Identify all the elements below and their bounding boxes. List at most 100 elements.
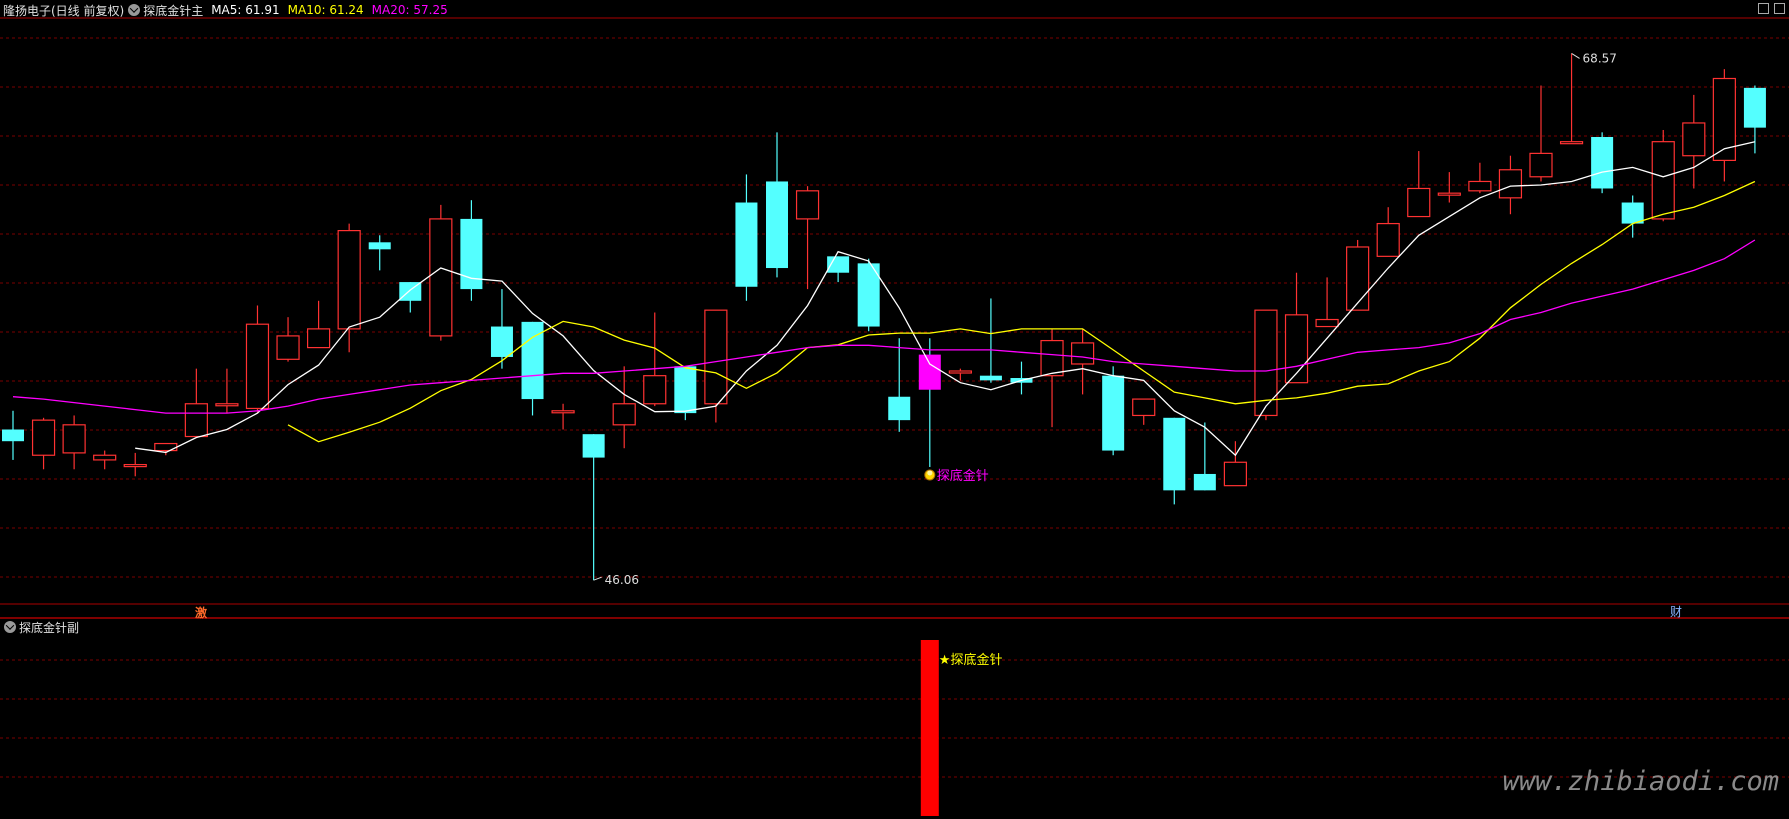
indicator-name: 探底金针主 (143, 3, 204, 18)
candle-body (1743, 87, 1766, 128)
sub-header: 探底金针副 (0, 618, 79, 636)
candle-body (948, 370, 972, 374)
candle-body (1529, 152, 1553, 178)
candle (1591, 132, 1614, 194)
candle (888, 338, 911, 432)
candle (1070, 328, 1095, 395)
candle (154, 442, 178, 456)
candle (1468, 162, 1492, 194)
candle-body (1437, 192, 1461, 196)
candle-body (704, 309, 728, 405)
candle (735, 174, 758, 301)
ma5-value: MA5: 61.91 (211, 3, 280, 17)
candle (1712, 69, 1736, 182)
candle-body (184, 403, 208, 438)
coin-shine (927, 470, 933, 476)
high-pointer (1571, 53, 1580, 59)
sub-bar (920, 640, 939, 816)
candle-body (62, 424, 86, 454)
candle (1498, 155, 1523, 215)
candle-body (1102, 375, 1125, 451)
chevron-circle-icon[interactable] (128, 4, 141, 16)
candle (857, 258, 880, 332)
candle-body (612, 403, 636, 426)
candle-body (2, 429, 24, 442)
sub-signal-label: ★探底金针 (939, 652, 1003, 668)
candle (123, 452, 147, 477)
candle (93, 450, 117, 470)
candle-body (918, 354, 941, 390)
candle-body (1651, 141, 1675, 220)
candle (1621, 195, 1644, 238)
candle (674, 366, 697, 421)
marker-cai: 财 (1670, 605, 1682, 619)
candle (1407, 151, 1431, 218)
candle-body (245, 323, 270, 410)
candle (1315, 277, 1339, 328)
candle (1254, 309, 1278, 421)
ma10-value: MA10: 61.24 (287, 3, 364, 17)
high-label: 68.57 (1583, 51, 1617, 65)
candle (582, 434, 605, 581)
candle (184, 368, 208, 438)
candle (1132, 398, 1156, 425)
candle (551, 403, 575, 430)
collapse-panel-icon[interactable] (1758, 3, 1769, 14)
candle (827, 256, 850, 283)
candle (1437, 172, 1461, 203)
candle-body (551, 410, 575, 414)
candle (215, 368, 239, 414)
maximize-panel-icon[interactable] (1774, 3, 1785, 14)
candle (276, 317, 300, 362)
candle (460, 200, 483, 301)
candle-body (735, 202, 758, 287)
candle-body (490, 326, 513, 357)
candle (1102, 366, 1125, 456)
candle (1040, 328, 1064, 428)
candle-body (1223, 461, 1248, 487)
candle-body (154, 442, 178, 452)
candle-body (1498, 169, 1523, 199)
candle-body (1040, 339, 1064, 377)
candle-body (1193, 473, 1216, 491)
candle (766, 132, 788, 278)
watermark: www.zhibiaodi.com (1502, 766, 1779, 797)
candle-body (1468, 180, 1492, 192)
candle-body (1621, 202, 1644, 224)
candle-body (643, 375, 667, 405)
candle-body (429, 218, 453, 337)
candle (429, 204, 453, 341)
candle-body (93, 454, 117, 461)
candle-body (888, 396, 911, 421)
candle (612, 366, 636, 449)
candle (31, 417, 56, 470)
candle (368, 235, 391, 271)
candle (1163, 417, 1186, 505)
sub-bars (920, 640, 939, 816)
candle-body (307, 328, 331, 349)
chevron-circle-icon[interactable] (4, 621, 16, 633)
stock-name: 隆扬电子(日线 前复权) (3, 3, 125, 18)
candle-body (979, 375, 1002, 381)
candle-body (1163, 417, 1186, 491)
candle-body (1132, 398, 1156, 417)
candle (245, 305, 270, 414)
candle (490, 289, 513, 369)
candle (795, 186, 820, 290)
candle (643, 312, 667, 407)
candle-body (795, 190, 820, 220)
candle-body (1070, 342, 1095, 365)
signal-label: 探底金针 (937, 468, 989, 484)
candle-body (215, 403, 239, 407)
candle-body (368, 242, 391, 250)
candle-body (582, 434, 605, 458)
candle (979, 298, 1002, 383)
candle (521, 321, 544, 416)
candle-body (1376, 222, 1400, 257)
candle-body (1682, 122, 1706, 157)
candle (918, 338, 941, 467)
candle (337, 223, 361, 353)
candle (1682, 94, 1706, 189)
candle (1376, 207, 1400, 257)
candle-body (766, 181, 788, 269)
